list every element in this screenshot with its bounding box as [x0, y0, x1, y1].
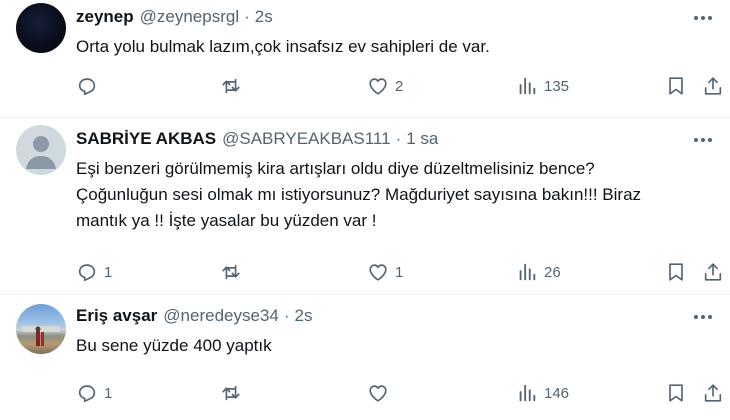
bookmark-icon [665, 261, 687, 283]
share-button[interactable] [702, 381, 724, 405]
like-button[interactable]: 1 [367, 260, 403, 284]
reply-button[interactable]: 1 [76, 260, 112, 284]
bookmark-button[interactable] [665, 381, 687, 405]
tweet-text: Bu sene yüzde 400 yaptık [76, 333, 714, 359]
tweet-text-line: Çoğunluğun sesi olmak mı istiyorsunuz? M… [76, 185, 642, 204]
retweet-button[interactable] [220, 74, 248, 98]
more-dots-icon[interactable] [690, 8, 716, 28]
author-handle[interactable]: @neredeyse34 [163, 306, 279, 326]
avatar[interactable] [16, 304, 66, 354]
reply-button[interactable] [76, 74, 104, 98]
retweet-arrows-icon [220, 382, 242, 404]
author-handle[interactable]: @SABRYEAKBAS111 [222, 129, 390, 149]
retweet-button[interactable] [220, 260, 248, 284]
tweet[interactable]: zeynep @zeynepsrgl · 2s Orta yolu bulmak… [0, 0, 730, 118]
like-count: 2 [395, 77, 404, 95]
author-name[interactable]: SABRİYE AKBAS [76, 129, 216, 149]
tweet-actions: 1 146 [76, 381, 722, 405]
bookmark-button[interactable] [665, 260, 687, 284]
tweet-text-line: Orta yolu bulmak lazım,çok insafsız ev s… [76, 37, 490, 56]
author-name[interactable]: zeynep [76, 7, 134, 27]
tweet-time[interactable]: 1 sa [406, 129, 438, 149]
avatar[interactable] [16, 3, 66, 53]
views-bar-chart-icon [516, 382, 538, 404]
avatar[interactable] [16, 125, 66, 175]
tweet-text: Orta yolu bulmak lazım,çok insafsız ev s… [76, 34, 714, 60]
like-button[interactable] [367, 381, 395, 405]
reply-bubble-icon [76, 75, 98, 97]
tweet[interactable]: Eriş avşar @neredeyse34 · 2s Bu sene yüz… [0, 295, 730, 420]
more-dots-icon[interactable] [690, 307, 716, 327]
tweet[interactable]: SABRİYE AKBAS @SABRYEAKBAS111 · 1 sa Eşi… [0, 118, 730, 295]
tweet-text-line: Bu sene yüzde 400 yaptık [76, 336, 272, 355]
tweet-text-line: Eşi benzeri görülmemiş kira artışları ol… [76, 159, 595, 178]
avatar-photo [22, 326, 60, 346]
tweet-actions: 2 135 [76, 74, 722, 98]
share-button[interactable] [702, 260, 724, 284]
retweet-arrows-icon [220, 261, 242, 283]
author-handle[interactable]: @zeynepsrgl [140, 7, 239, 27]
views-button[interactable]: 146 [516, 381, 569, 405]
reply-button[interactable]: 1 [76, 381, 112, 405]
heart-icon [367, 382, 389, 404]
retweet-button[interactable] [220, 381, 248, 405]
bookmark-icon [665, 75, 687, 97]
views-button[interactable]: 135 [516, 74, 569, 98]
bookmark-icon [665, 382, 687, 404]
bookmark-button[interactable] [665, 74, 687, 98]
tweet-text: Eşi benzeri görülmemiş kira artışları ol… [76, 156, 714, 234]
like-count: 1 [395, 263, 404, 281]
tweet-time[interactable]: 2s [295, 306, 313, 326]
retweet-arrows-icon [220, 75, 242, 97]
reply-count: 1 [104, 384, 113, 402]
separator-dot: · [395, 129, 402, 148]
author-name[interactable]: Eriş avşar [76, 306, 157, 326]
separator-dot: · [283, 306, 290, 325]
views-bar-chart-icon [516, 75, 538, 97]
share-upload-icon [702, 261, 724, 283]
default-avatar-icon [26, 136, 56, 169]
tweet-header: SABRİYE AKBAS @SABRYEAKBAS111 · 1 sa [76, 128, 714, 150]
tweet-time[interactable]: 2s [255, 7, 273, 27]
tweet-actions: 1 1 26 [76, 260, 722, 284]
view-count: 146 [544, 384, 570, 402]
view-count: 26 [544, 263, 561, 281]
share-upload-icon [702, 75, 724, 97]
view-count: 135 [544, 77, 570, 95]
views-bar-chart-icon [516, 261, 538, 283]
share-upload-icon [702, 382, 724, 404]
separator-dot: · [244, 7, 250, 26]
like-button[interactable]: 2 [367, 74, 403, 98]
reply-bubble-icon [76, 261, 98, 283]
heart-icon [367, 261, 389, 283]
reply-bubble-icon [76, 382, 98, 404]
views-button[interactable]: 26 [516, 260, 561, 284]
more-dots-icon[interactable] [690, 130, 716, 150]
reply-count: 1 [104, 263, 113, 281]
share-button[interactable] [702, 74, 724, 98]
heart-icon [367, 75, 389, 97]
tweet-header: Eriş avşar @neredeyse34 · 2s [76, 305, 714, 327]
tweet-header: zeynep @zeynepsrgl · 2s [76, 6, 714, 28]
tweet-text-line: mantık ya !! İşte yasalar bu yüzden var … [76, 211, 377, 230]
